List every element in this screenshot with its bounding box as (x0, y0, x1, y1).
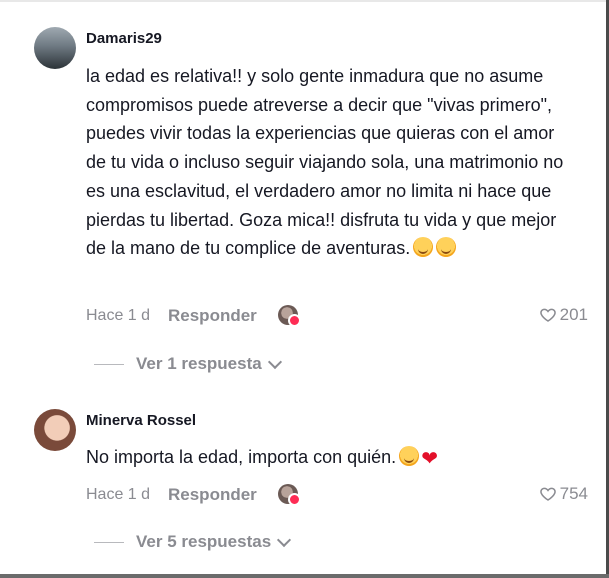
creator-liked-avatar-icon (278, 305, 301, 327)
like-button[interactable]: 201 (539, 305, 588, 325)
reply-button[interactable]: Responder (168, 306, 257, 326)
comment-time: Hace 1 d (86, 486, 151, 503)
view-replies-label: Ver 5 respuestas (136, 532, 272, 551)
comment-text-content: No importa la edad, importa con quién. (86, 447, 397, 467)
comment-meta: Hace 1 d Responder 754 (86, 482, 596, 508)
red-heart-emoji: ❤ (421, 448, 438, 470)
chevron-down-icon (277, 532, 292, 547)
comment-text-content: la edad es relativa!! y solo gente inmad… (86, 66, 564, 259)
top-border (0, 0, 609, 2)
creator-liked-avatar-icon (278, 484, 301, 506)
smiling-face-with-hearts-emoji (413, 237, 434, 258)
avatar[interactable] (34, 409, 76, 451)
smiling-face-with-hearts-emoji (436, 237, 457, 258)
bottom-border (0, 574, 609, 578)
avatar[interactable] (34, 27, 76, 69)
comment-text: la edad es relativa!! y solo gente inmad… (86, 62, 576, 263)
divider-dash (94, 363, 124, 365)
comment-meta: Hace 1 d Responder 201 (86, 303, 596, 329)
like-count: 754 (559, 484, 588, 503)
divider-dash (94, 541, 124, 543)
comment-text: No importa la edad, importa con quién. ❤ (86, 443, 576, 474)
comment-username[interactable]: Damaris29 (86, 30, 162, 47)
heart-outline-icon (539, 308, 556, 322)
comment-time: Hace 1 d (86, 307, 151, 324)
reply-button[interactable]: Responder (168, 485, 257, 505)
like-count: 201 (559, 305, 588, 324)
heart-outline-icon (539, 487, 556, 501)
view-replies-button[interactable]: Ver 1 respuesta (94, 352, 282, 376)
view-replies-button[interactable]: Ver 5 respuestas (94, 530, 292, 554)
like-button[interactable]: 754 (539, 484, 588, 504)
smiling-face-with-hearts-emoji (399, 446, 420, 466)
chevron-down-icon (267, 354, 282, 369)
view-replies-label: Ver 1 respuesta (136, 354, 262, 373)
comment-username[interactable]: Minerva Rossel (86, 412, 196, 429)
